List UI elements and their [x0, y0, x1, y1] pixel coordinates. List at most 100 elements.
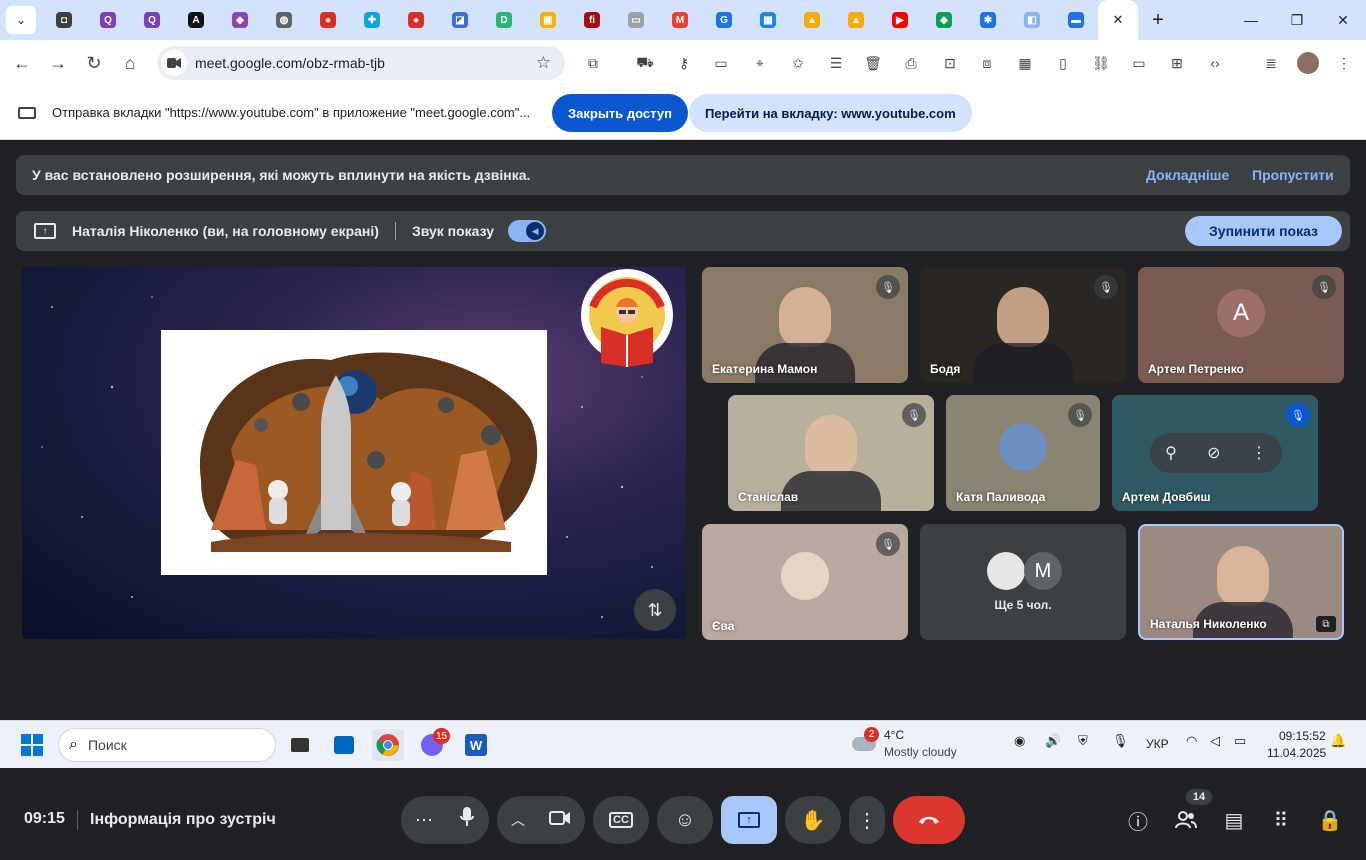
active-tab[interactable]: ✕: [1098, 0, 1138, 40]
browser-tab[interactable]: ▣: [526, 0, 570, 40]
key-icon[interactable]: ⚷: [673, 52, 695, 74]
speaker-icon[interactable]: ◁: [1210, 733, 1220, 749]
people-icon[interactable]: [1168, 802, 1204, 838]
mic-tray-icon[interactable]: 🎙: [1112, 733, 1129, 749]
print-icon[interactable]: ⎙: [900, 52, 922, 74]
viber-tray-icon[interactable]: ◉: [1014, 733, 1025, 749]
camera-icon[interactable]: [549, 809, 571, 832]
browser-tab[interactable]: ▶: [878, 0, 922, 40]
taskbar-search[interactable]: ⌕ Поиск: [58, 728, 276, 762]
browser-tab[interactable]: A: [174, 0, 218, 40]
browser-tab[interactable]: ✚: [350, 0, 394, 40]
menu-dots-icon[interactable]: ⋮: [1333, 52, 1355, 74]
microphone-icon[interactable]: [459, 806, 475, 834]
security-tray-icon[interactable]: ⛨: [1078, 733, 1088, 749]
participant-tile[interactable]: Катя Паливода 🎙: [946, 395, 1100, 511]
media-control-icon[interactable]: ≣: [1260, 52, 1282, 74]
self-view-icon[interactable]: ⧉: [1316, 616, 1336, 632]
browser-tab[interactable]: D: [482, 0, 526, 40]
share-audio-toggle[interactable]: ◀: [508, 220, 547, 242]
stop-sharing-button[interactable]: Зупинити показ: [1185, 216, 1342, 246]
host-controls-lock-icon[interactable]: 🔒: [1312, 802, 1348, 838]
participant-tile[interactable]: A Артем Петренко 🎙: [1138, 267, 1344, 383]
browser-tab[interactable]: ◘: [42, 0, 86, 40]
browser-tab[interactable]: Q: [86, 0, 130, 40]
forward-arrow-icon[interactable]: →: [40, 45, 76, 81]
reading-list-icon[interactable]: ☰: [825, 52, 847, 74]
browser-tab[interactable]: Q: [130, 0, 174, 40]
windows-start-icon[interactable]: [16, 729, 48, 761]
browser-tab[interactable]: ▭: [614, 0, 658, 40]
browser-tab[interactable]: ▲: [790, 0, 834, 40]
browser-tab[interactable]: ◆: [218, 0, 262, 40]
qr-code-icon[interactable]: ▦: [1014, 52, 1036, 74]
close-window-icon[interactable]: ✕: [1320, 0, 1366, 40]
extensions-puzzle-icon[interactable]: ⧉: [582, 52, 604, 74]
meeting-details-info-icon[interactable]: ⓘ: [1120, 802, 1156, 838]
browser-tab[interactable]: ✱: [966, 0, 1010, 40]
swap-layout-icon[interactable]: ⇅: [634, 589, 676, 631]
chrome-icon[interactable]: [372, 729, 404, 761]
more-options-button[interactable]: ⋮: [849, 796, 885, 844]
raise-hand-button[interactable]: ✋: [785, 796, 841, 844]
browser-tab[interactable]: ◍: [262, 0, 306, 40]
link-icon[interactable]: ⛓: [1090, 52, 1112, 74]
trash-icon[interactable]: 🗑: [862, 52, 884, 74]
leave-call-button[interactable]: [893, 796, 965, 844]
activities-grid-icon[interactable]: ⠿: [1263, 802, 1299, 838]
address-bar[interactable]: meet.google.com/obz-rmab-tjb ☆: [157, 46, 565, 80]
notification-bell-icon[interactable]: 🔔: [1330, 733, 1346, 749]
translate-icon[interactable]: ⧈: [976, 52, 998, 74]
battery-icon[interactable]: ▭: [1234, 733, 1246, 749]
restore-icon[interactable]: ❐: [1274, 0, 1320, 40]
browser-tab[interactable]: ●: [306, 0, 350, 40]
participant-tile[interactable]: ⚲ ⊘ ⋮ Артем Довбиш 🎙: [1112, 395, 1318, 511]
language-indicator[interactable]: УКР: [1146, 737, 1169, 751]
browser-tab[interactable]: G: [702, 0, 746, 40]
participant-tile[interactable]: Наталья Николенко ⧉: [1138, 524, 1344, 640]
more-options-dots-icon[interactable]: ⋯: [415, 810, 433, 831]
reactions-button[interactable]: ☺: [657, 796, 713, 844]
url-text[interactable]: meet.google.com/obz-rmab-tjb: [195, 55, 385, 71]
browser-tab[interactable]: ◪: [438, 0, 482, 40]
browser-tab[interactable]: fi: [570, 0, 614, 40]
skip-link[interactable]: Пропустити: [1252, 167, 1334, 183]
bookmark-star-icon[interactable]: ☆: [536, 53, 551, 73]
mute-participant-icon[interactable]: ⊘: [1207, 443, 1220, 463]
goto-tab-button[interactable]: Перейти на вкладку: www.youtube.com: [689, 94, 972, 132]
tab-search-chevron-icon[interactable]: ⌄: [6, 6, 36, 34]
back-arrow-icon[interactable]: ←: [4, 45, 40, 81]
car-icon[interactable]: ⛟: [634, 52, 656, 74]
clock-date[interactable]: 11.04.2025: [1267, 746, 1326, 760]
weather-widget[interactable]: 2 4°C Mostly cloudy: [852, 727, 972, 763]
table-icon[interactable]: ⊞: [1166, 52, 1188, 74]
microsoft-store-icon[interactable]: [328, 729, 360, 761]
chevron-up-icon[interactable]: ︿: [511, 810, 525, 830]
minimize-icon[interactable]: —: [1228, 0, 1274, 40]
volume-tray-icon[interactable]: 🔊: [1045, 733, 1061, 749]
pin-icon[interactable]: ⚲: [1165, 443, 1177, 463]
bookmarks-star-icon[interactable]: ✩: [787, 52, 809, 74]
more-vert-icon[interactable]: ⋮: [1251, 443, 1267, 463]
meeting-info-label[interactable]: Інформація про зустріч: [90, 811, 276, 829]
browser-tab[interactable]: ◧: [1010, 0, 1054, 40]
participant-tile[interactable]: Екатерина Мамон 🎙: [702, 267, 908, 383]
captions-button[interactable]: CC: [593, 796, 649, 844]
participant-tile[interactable]: Єва 🎙: [702, 524, 908, 640]
close-access-button[interactable]: Закрыть доступ: [552, 94, 688, 132]
screenshot-icon[interactable]: ⊡: [939, 52, 961, 74]
reload-icon[interactable]: ↻: [76, 45, 112, 81]
browser-tab[interactable]: ▲: [834, 0, 878, 40]
browser-tab[interactable]: ▦: [746, 0, 790, 40]
profile-avatar[interactable]: [1297, 52, 1319, 74]
word-icon[interactable]: W: [460, 729, 492, 761]
book-icon[interactable]: ▯: [1052, 52, 1074, 74]
devices-icon[interactable]: ▭: [1128, 52, 1150, 74]
participant-tile[interactable]: M Ще 5 чол.: [920, 524, 1126, 640]
code-icon[interactable]: ‹›: [1204, 52, 1226, 74]
present-now-button[interactable]: ↑: [721, 796, 777, 844]
wifi-icon[interactable]: ◠: [1186, 733, 1197, 749]
learn-more-link[interactable]: Докладніше: [1146, 167, 1229, 183]
home-icon[interactable]: ⌂: [112, 45, 148, 81]
close-tab-icon[interactable]: ✕: [1113, 12, 1124, 28]
